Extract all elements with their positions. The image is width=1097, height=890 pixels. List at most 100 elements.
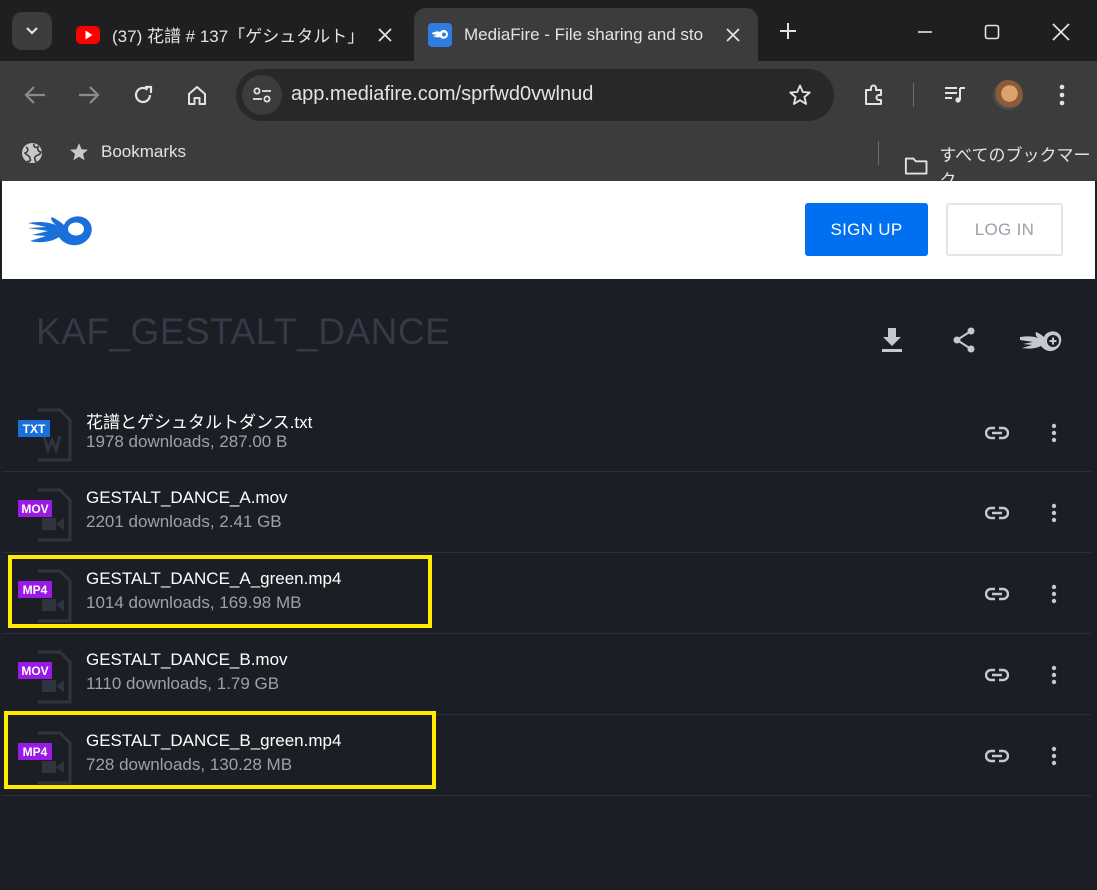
link-icon [985,426,1009,440]
forward-button[interactable] [70,76,108,114]
tab-title: MediaFire - File sharing and sto [464,24,704,44]
tune-icon [253,87,271,103]
video-file-icon: MP4 [18,731,72,785]
mediafire-logo[interactable] [26,211,96,252]
file-more-button[interactable] [1040,739,1068,773]
tab-title: (37) 花譜 # 137「ゲシュタルト」【オ [112,27,366,46]
share-folder-button[interactable] [944,320,984,360]
profile-avatar[interactable] [993,80,1023,110]
bookmarks-bar: Bookmarks すべてのブックマーク [0,129,1097,190]
file-name[interactable]: GESTALT_DANCE_A.mov [86,488,288,508]
save-to-mediafire-button[interactable] [1020,320,1064,360]
queue-music-icon [945,87,965,103]
media-control-button[interactable] [936,76,974,114]
bookmarks-divider [878,141,879,165]
browser-toolbar: app.mediafire.com/sprfwd0vwlnud [0,61,1097,129]
mediafire-flame-icon [28,216,92,246]
tab-strip: (37) 花譜 # 137「ゲシュタルト」【オ MediaFire - File… [0,0,1097,61]
file-meta: 1110 downloads, 1.79 GB [86,674,280,693]
globe-icon [22,143,43,163]
copy-link-button[interactable] [980,658,1014,692]
new-tab-button[interactable] [772,15,804,47]
close-window-button[interactable] [1041,12,1081,52]
more-vert-icon [1051,503,1057,523]
browser-menu-button[interactable] [1043,76,1081,114]
bookmarks-label: Bookmarks [101,142,187,161]
file-list: TXT 花譜とゲシュタルトダンス.txt 1978 downloads, 287… [2,392,1091,796]
file-type-badge: MP4 [23,745,48,759]
close-icon [726,27,740,42]
file-row[interactable]: TXT 花譜とゲシュタルトダンス.txt 1978 downloads, 287… [2,392,1091,472]
video-file-icon: MP4 [18,569,72,623]
mediafire-page: SIGN UP LOG IN KAF_GESTALT_DANCE TXT 花譜と… [0,181,1097,890]
tab-mediafire[interactable]: MediaFire - File sharing and sto [414,8,758,61]
star-icon [70,143,88,161]
link-icon [985,749,1009,763]
more-vert-icon [1059,84,1065,106]
link-icon [985,587,1009,601]
copy-link-button[interactable] [980,739,1014,773]
home-button[interactable] [178,76,216,114]
plus-icon [780,23,796,39]
file-type-badge: MOV [21,664,48,678]
minimize-icon [918,31,932,33]
reload-button[interactable] [124,76,162,114]
folder-icon [904,157,928,175]
bookmark-star-button[interactable] [788,83,812,112]
copy-link-button[interactable] [980,496,1014,530]
bookmarks-folder[interactable]: Bookmarks [68,141,186,163]
file-row[interactable]: MP4 GESTALT_DANCE_A_green.mp4 1014 downl… [2,553,1091,634]
arrow-right-icon [79,86,100,104]
text-file-icon: TXT [18,408,72,462]
sign-up-button[interactable]: SIGN UP [805,203,928,256]
download-icon [882,328,902,352]
back-button[interactable] [16,76,54,114]
video-file-icon: MOV [18,488,72,542]
tab-youtube[interactable]: (37) 花譜 # 137「ゲシュタルト」【オ [62,8,410,61]
log-in-button[interactable]: LOG IN [946,203,1063,256]
file-name[interactable]: GESTALT_DANCE_B.mov [86,650,288,670]
file-row[interactable]: MOV GESTALT_DANCE_B.mov 1110 downloads, … [2,634,1091,715]
close-icon [1052,23,1070,41]
site-info-button[interactable] [242,75,282,115]
more-vert-icon [1051,423,1057,443]
file-type-badge: TXT [23,422,46,436]
mediafire-icon [428,22,452,47]
extensions-button[interactable] [855,76,893,114]
youtube-icon [76,25,100,44]
file-row[interactable]: MP4 GESTALT_DANCE_B_green.mp4 728 downlo… [2,711,1091,796]
minimize-button[interactable] [905,12,945,52]
file-name[interactable]: GESTALT_DANCE_B_green.mp4 [86,731,341,751]
file-more-button[interactable] [1040,496,1068,530]
video-file-icon: MOV [18,650,72,704]
close-tab-button[interactable] [722,24,744,46]
folder-title: KAF_GESTALT_DANCE [36,311,451,352]
more-vert-icon [1051,665,1057,685]
file-more-button[interactable] [1040,577,1068,611]
file-row[interactable]: MOV GESTALT_DANCE_A.mov 2201 downloads, … [2,472,1091,553]
file-meta: 728 downloads, 130.28 MB [86,755,293,774]
tab-search-button[interactable] [12,12,52,50]
bookmark-globe[interactable] [20,141,44,165]
file-type-badge: MOV [21,502,48,516]
copy-link-button[interactable] [980,577,1014,611]
file-name[interactable]: GESTALT_DANCE_A_green.mp4 [86,569,341,589]
chevron-down-icon [26,27,38,35]
more-vert-icon [1051,746,1057,766]
file-more-button[interactable] [1040,416,1068,450]
close-icon [378,27,392,42]
link-icon [985,506,1009,520]
site-header: SIGN UP LOG IN [2,181,1095,279]
file-name[interactable]: 花譜とゲシュタルトダンス.txt [86,408,312,433]
puzzle-icon [865,84,882,105]
file-more-button[interactable] [1040,658,1068,692]
copy-link-button[interactable] [980,416,1014,450]
download-folder-button[interactable] [872,320,912,360]
address-bar[interactable]: app.mediafire.com/sprfwd0vwlnud [236,69,834,121]
maximize-icon [984,24,1000,40]
maximize-button[interactable] [972,12,1012,52]
star-icon [789,84,811,105]
file-meta: 1014 downloads, 169.98 MB [86,593,302,612]
toolbar-divider [913,83,914,107]
close-tab-button[interactable] [374,24,396,46]
